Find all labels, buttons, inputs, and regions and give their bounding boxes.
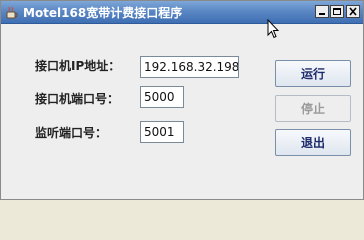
exit-button[interactable]: 退出 bbox=[275, 129, 351, 156]
minimize-icon bbox=[319, 13, 325, 15]
window-title: Motel168宽带计费接口程序 bbox=[23, 6, 183, 20]
listen-port-label: 监听端口号： bbox=[35, 126, 108, 140]
listen-port-input[interactable]: 5001 bbox=[140, 121, 184, 143]
ip-label: 接口机IP地址： bbox=[35, 59, 121, 73]
port-label: 接口机端口号： bbox=[35, 92, 120, 106]
port-input[interactable]: 5000 bbox=[140, 86, 184, 108]
maximize-button[interactable] bbox=[330, 5, 344, 18]
ip-input-value: 192.168.32.198 bbox=[144, 60, 239, 74]
close-button[interactable] bbox=[346, 5, 360, 18]
listen-port-input-value: 5001 bbox=[144, 125, 175, 139]
stop-button[interactable]: 停止 bbox=[275, 95, 351, 122]
ip-input[interactable]: 192.168.32.198 bbox=[140, 56, 239, 78]
minimize-button[interactable] bbox=[315, 5, 329, 18]
close-icon bbox=[349, 7, 357, 16]
maximize-icon bbox=[333, 8, 341, 15]
mouse-pointer-icon bbox=[267, 18, 280, 43]
title-bar[interactable]: Motel168宽带计费接口程序 bbox=[1, 1, 363, 24]
port-input-value: 5000 bbox=[144, 90, 175, 104]
java-cup-icon bbox=[5, 5, 19, 19]
app-window: Motel168宽带计费接口程序 接口机IP地址： 192.168.32.198… bbox=[0, 0, 364, 200]
run-button[interactable]: 运行 bbox=[275, 60, 351, 87]
